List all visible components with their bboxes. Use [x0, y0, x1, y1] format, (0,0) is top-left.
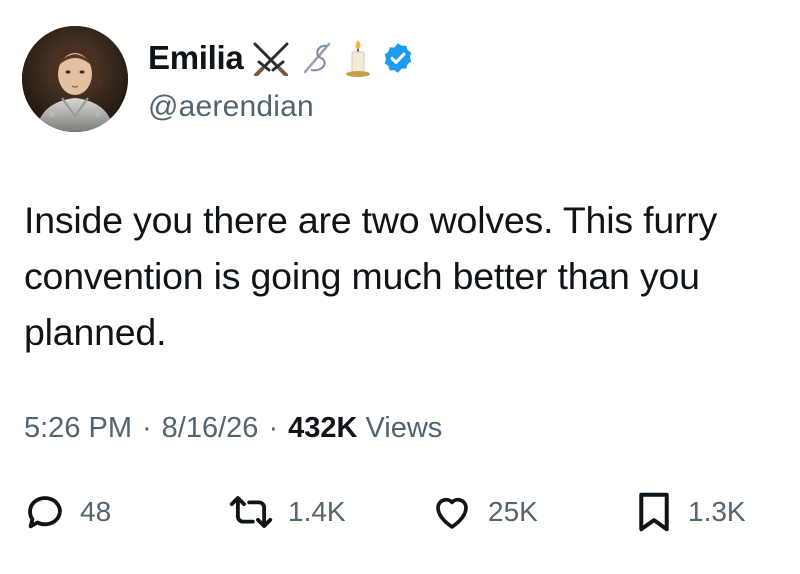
like-count: 25K	[488, 496, 538, 527]
tweet: Emilia @aerendian Inside you there are t…	[0, 0, 800, 574]
display-name-row: Emilia	[148, 36, 415, 80]
reply-button[interactable]: 48	[24, 490, 111, 534]
reply-icon	[28, 496, 62, 529]
like-button[interactable]: 25K	[430, 490, 538, 534]
tweet-date[interactable]: 8/16/26	[162, 412, 259, 445]
repost-button[interactable]: 1.4K	[228, 490, 346, 534]
crossed-swords-icon	[251, 40, 291, 76]
heart-icon	[436, 497, 468, 529]
meta-separator: ·	[142, 412, 152, 444]
tweet-text-line: planned.	[24, 311, 167, 353]
bookmark-count: 1.3K	[688, 496, 746, 527]
repost-icon	[229, 496, 273, 528]
tweet-text-line: Inside you there are two wolves. This fu…	[24, 199, 718, 241]
tweet-time[interactable]: 5:26 PM	[24, 412, 132, 445]
repost-count: 1.4K	[288, 496, 346, 527]
tweet-text: Inside you there are two wolves. This fu…	[24, 192, 784, 360]
tweet-text-line: convention is going much better than you	[24, 255, 700, 297]
candle-icon	[343, 38, 373, 78]
user-handle[interactable]: @aerendian	[148, 90, 415, 124]
needle-thread-icon	[299, 40, 335, 76]
avatar[interactable]	[22, 26, 128, 132]
meta-separator: ·	[268, 412, 279, 444]
bookmark-button[interactable]: 1.3K	[634, 490, 746, 534]
display-name[interactable]: Emilia	[148, 39, 244, 77]
views-count: 432K	[288, 412, 358, 444]
views-label: Views	[365, 412, 443, 444]
verified-badge-icon	[381, 41, 415, 75]
reply-count: 48	[80, 496, 112, 527]
author-names: Emilia @aerendian	[148, 36, 415, 124]
avatar-portrait-image	[22, 26, 128, 132]
tweet-meta: 5:26 PM · 8/16/26 · 432K Views	[24, 412, 442, 445]
bookmark-icon	[639, 492, 669, 532]
